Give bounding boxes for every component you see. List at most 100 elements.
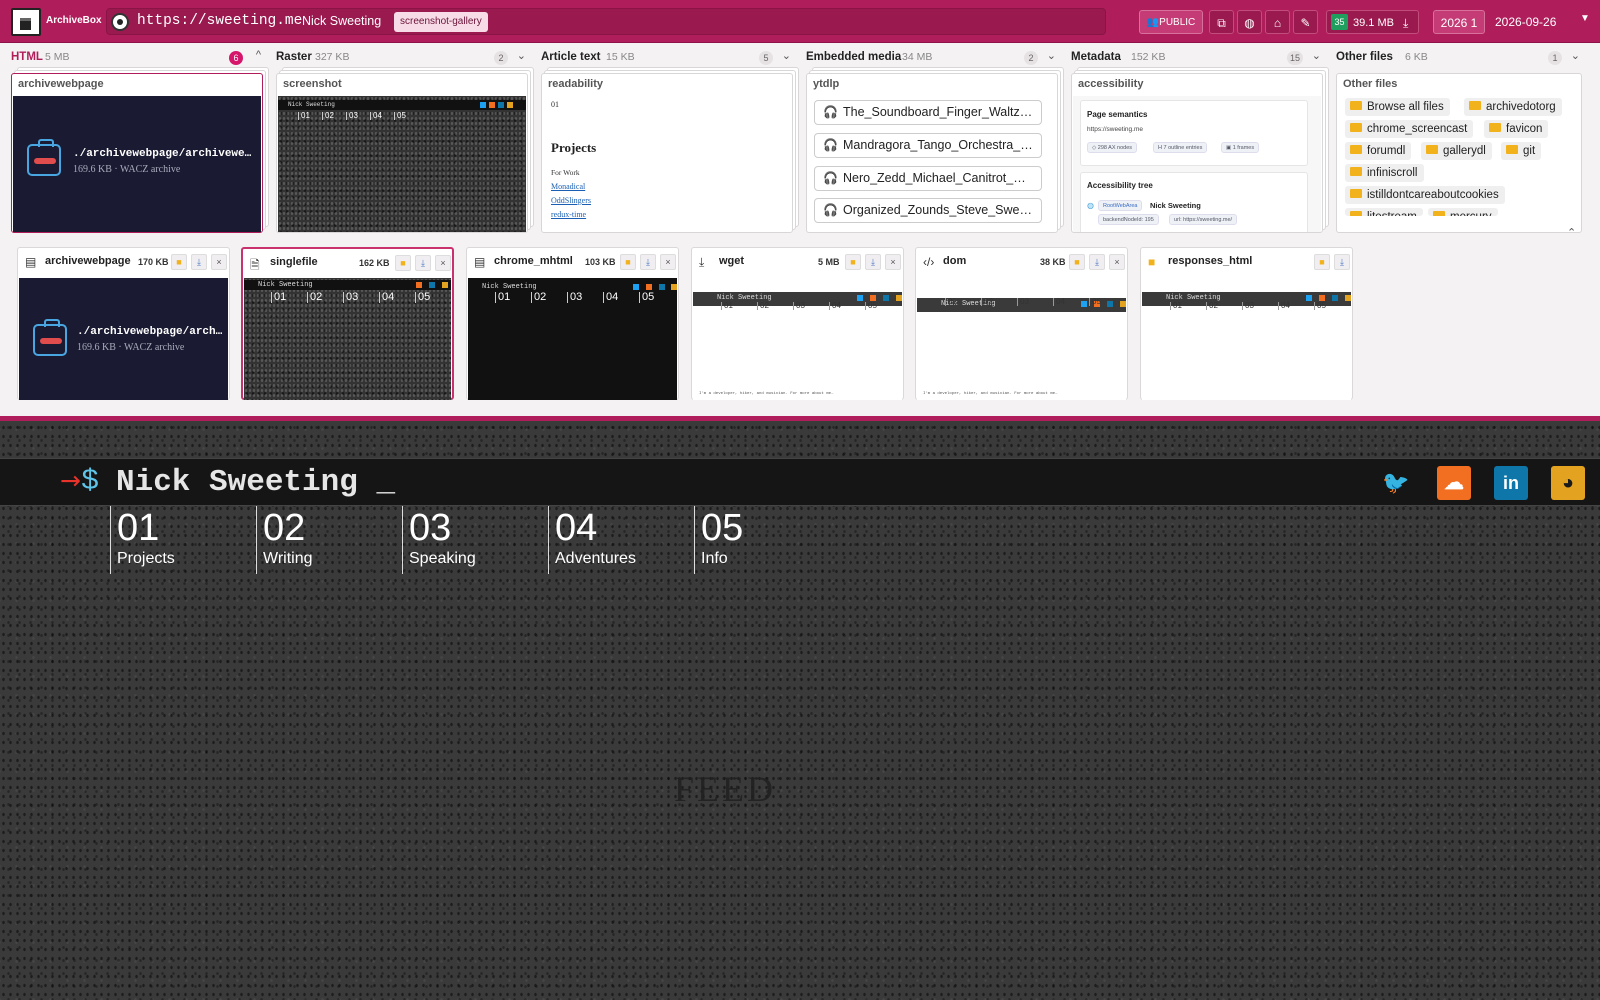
url-text[interactable]: https://sweeting.me (137, 13, 302, 29)
folder-chip[interactable]: favicon (1484, 120, 1549, 138)
close-icon[interactable]: × (660, 254, 676, 270)
public-visibility-button[interactable]: 👥PUBLIC (1139, 10, 1203, 34)
url-bar[interactable]: https://sweeting.me · Nick Sweeting scre… (106, 8, 1106, 35)
group-header[interactable]: Embedded media 34 MB 2 ⌄ (806, 49, 1060, 67)
group-header[interactable]: Other files 6 KB 1 ⌄ (1336, 49, 1584, 67)
site-name[interactable]: Nick Sweeting _ (116, 465, 395, 500)
readability-link[interactable]: OddSlingers (551, 196, 591, 205)
folder-icon[interactable]: ■ (171, 254, 187, 270)
github-icon[interactable]: ◕ (1551, 466, 1585, 500)
result-stack[interactable]: screenshot Nick Sweeting 01 02 03 04 05 (276, 73, 528, 233)
result-stack[interactable]: Other files Browse all files archivedoto… (1336, 73, 1582, 233)
folder-chip[interactable]: git (1501, 142, 1542, 160)
folder-chip[interactable]: chrome_screencast (1345, 120, 1474, 138)
result-card[interactable]: 🗎 singlefile 162 KB ■ ⤓ × Nick Sweeting … (241, 247, 454, 400)
download-icon[interactable]: ⤓ (865, 254, 881, 270)
singlefile-preview: Nick Sweeting 01 02 03 04 05 (244, 278, 451, 400)
chevron-down-icon[interactable]: ⌄ (1047, 49, 1056, 62)
card-name: dom (943, 255, 967, 267)
mini-nav-05: 05 (639, 292, 654, 303)
result-card[interactable]: ▤ archivewebpage 170 KB ■ ⤓ × ./archivew… (17, 247, 230, 400)
group-header[interactable]: Article text 15 KB 5 ⌄ (541, 49, 795, 67)
result-card[interactable]: ‹/› dom 38 KB ■ ⤓ × Nick Sweeting 01 02 … (915, 247, 1128, 400)
close-icon[interactable]: × (885, 254, 901, 270)
dom-preview: Nick Sweeting 01 02 03 04 05 I'm a devel… (917, 278, 1126, 400)
folder-icon (1433, 211, 1445, 216)
chevron-up-icon[interactable]: ^ (256, 49, 261, 61)
collapse-panel-icon[interactable]: ⌃ (1567, 226, 1576, 239)
soundcloud-icon[interactable]: ☁ (1437, 466, 1471, 500)
nav-item-info[interactable]: 05 Info (694, 506, 743, 574)
folder-chip[interactable]: gallerydl (1421, 142, 1492, 160)
download-icon[interactable]: ⤓ (1089, 254, 1105, 270)
result-card[interactable]: ■ responses_html ■ ⤓ Nick Sweeting 01 02… (1140, 247, 1353, 400)
group-size: 6 KB (1405, 51, 1428, 63)
folder-icon: ■ (1148, 255, 1156, 269)
tag-chip[interactable]: screenshot-gallery (394, 12, 488, 32)
download-icon[interactable]: ⤓ (191, 254, 207, 270)
chevron-down-icon[interactable]: ⌄ (517, 49, 526, 62)
group-html: HTML 5 MB 6 ^ archivewebpage ./archivewe… (11, 49, 265, 234)
result-stack[interactable]: ytdlp 🎧 The_Soundboard_Finger_Waltz… 🎧 Man… (806, 73, 1058, 233)
archive-building-icon[interactable]: ⌂ (1265, 10, 1290, 34)
nav-item-projects[interactable]: 01 Projects (110, 506, 175, 574)
download-icon[interactable]: ⤓ (1334, 254, 1350, 270)
folder-chip[interactable]: forumdl (1345, 142, 1412, 160)
download-icon[interactable]: ⤓ (415, 255, 431, 271)
stack-title: archivewebpage (18, 78, 104, 90)
close-icon[interactable]: × (435, 255, 451, 271)
result-card[interactable]: ⤓ wget 5 MB ■ ⤓ × Nick Sweeting 01 02 03… (691, 247, 904, 400)
folder-chip[interactable]: litestream (1345, 208, 1423, 216)
chevron-down-icon[interactable]: ⌄ (782, 49, 791, 62)
twitter-icon[interactable]: 🐦 (1379, 466, 1413, 500)
chevron-down-icon[interactable]: ▼ (1580, 13, 1590, 24)
folder-icon[interactable]: ■ (620, 254, 636, 270)
group-header[interactable]: Metadata 152 KB 15 ⌄ (1071, 49, 1325, 67)
group-header[interactable]: HTML 5 MB 6 ^ (11, 49, 265, 67)
copy-icon[interactable]: ⧉ (1209, 10, 1234, 34)
nav-item-speaking[interactable]: 03 Speaking (402, 506, 476, 574)
mhtml-preview: Nick Sweeting 01 02 03 04 05 (468, 278, 677, 400)
group-header[interactable]: Raster 327 KB 2 ⌄ (276, 49, 530, 67)
globe-icon[interactable]: ◍ (1237, 10, 1262, 34)
nav-item-adventures[interactable]: 04 Adventures (548, 506, 636, 574)
nav-number: 04 (555, 507, 598, 549)
browse-all-files-chip[interactable]: Browse all files (1345, 98, 1450, 116)
year-button[interactable]: 2026 1 (1433, 10, 1485, 34)
readability-link[interactable]: Monadical (551, 182, 585, 191)
edit-pencil-icon[interactable]: ✎ (1293, 10, 1318, 34)
media-item[interactable]: 🎧 Organized_Zounds_Steve_Swe… (814, 198, 1042, 223)
folder-chip[interactable]: istilldontcareaboutcookies (1345, 186, 1505, 204)
folder-chip[interactable]: infiniscroll (1345, 164, 1424, 182)
close-icon[interactable]: × (211, 254, 227, 270)
folder-icon[interactable]: ■ (845, 254, 861, 270)
linkedin-icon[interactable]: in (1494, 466, 1528, 500)
media-item[interactable]: 🎧 The_Soundboard_Finger_Waltz… (814, 100, 1042, 125)
result-stack[interactable]: archivewebpage ./archivewebpage/archivew… (11, 73, 263, 233)
archivebox-logo-icon[interactable] (11, 8, 41, 36)
close-icon[interactable]: × (1109, 254, 1125, 270)
media-item[interactable]: 🎧 Nero_Zedd_Michael_Canitrot_… (814, 166, 1042, 191)
stack-title: screenshot (283, 78, 342, 90)
result-card[interactable]: ▤ chrome_mhtml 103 KB ■ ⤓ × Nick Sweetin… (466, 247, 679, 400)
brand-name[interactable]: ArchiveBox (46, 15, 102, 26)
page-semantics-card: Page semantics https://sweeting.me ◇ 298… (1080, 100, 1308, 166)
result-stack[interactable]: accessibility Page semantics https://swe… (1071, 73, 1323, 233)
chevron-down-icon[interactable]: ⌄ (1571, 49, 1580, 62)
download-icon[interactable]: ⤓ (640, 254, 656, 270)
snapshot-date[interactable]: 2026-09-26 (1495, 10, 1556, 34)
readability-link[interactable]: redux-time (551, 210, 586, 219)
nav-item-writing[interactable]: 02 Writing (256, 506, 313, 574)
media-item[interactable]: 🎧 Mandragora_Tango_Orchestra_… (814, 133, 1042, 158)
folder-icon[interactable]: ■ (1069, 254, 1085, 270)
snapshot-size-button[interactable]: 35 39.1 MB ⤓ (1326, 10, 1419, 34)
folder-icon[interactable]: ■ (395, 255, 411, 271)
folder-icon[interactable]: ■ (1314, 254, 1330, 270)
chevron-down-icon[interactable]: ⌄ (1312, 49, 1321, 62)
folder-chip[interactable]: archivedotorg (1464, 98, 1562, 116)
folder-chip[interactable]: mercury (1428, 208, 1498, 216)
group-embedded-media: Embedded media 34 MB 2 ⌄ ytdlp 🎧 The_Soun… (806, 49, 1060, 234)
result-stack[interactable]: readability 01 Projects For Work Monadic… (541, 73, 793, 233)
card-size: 162 KB (359, 258, 390, 268)
mini-linkedin-icon (1332, 295, 1338, 301)
